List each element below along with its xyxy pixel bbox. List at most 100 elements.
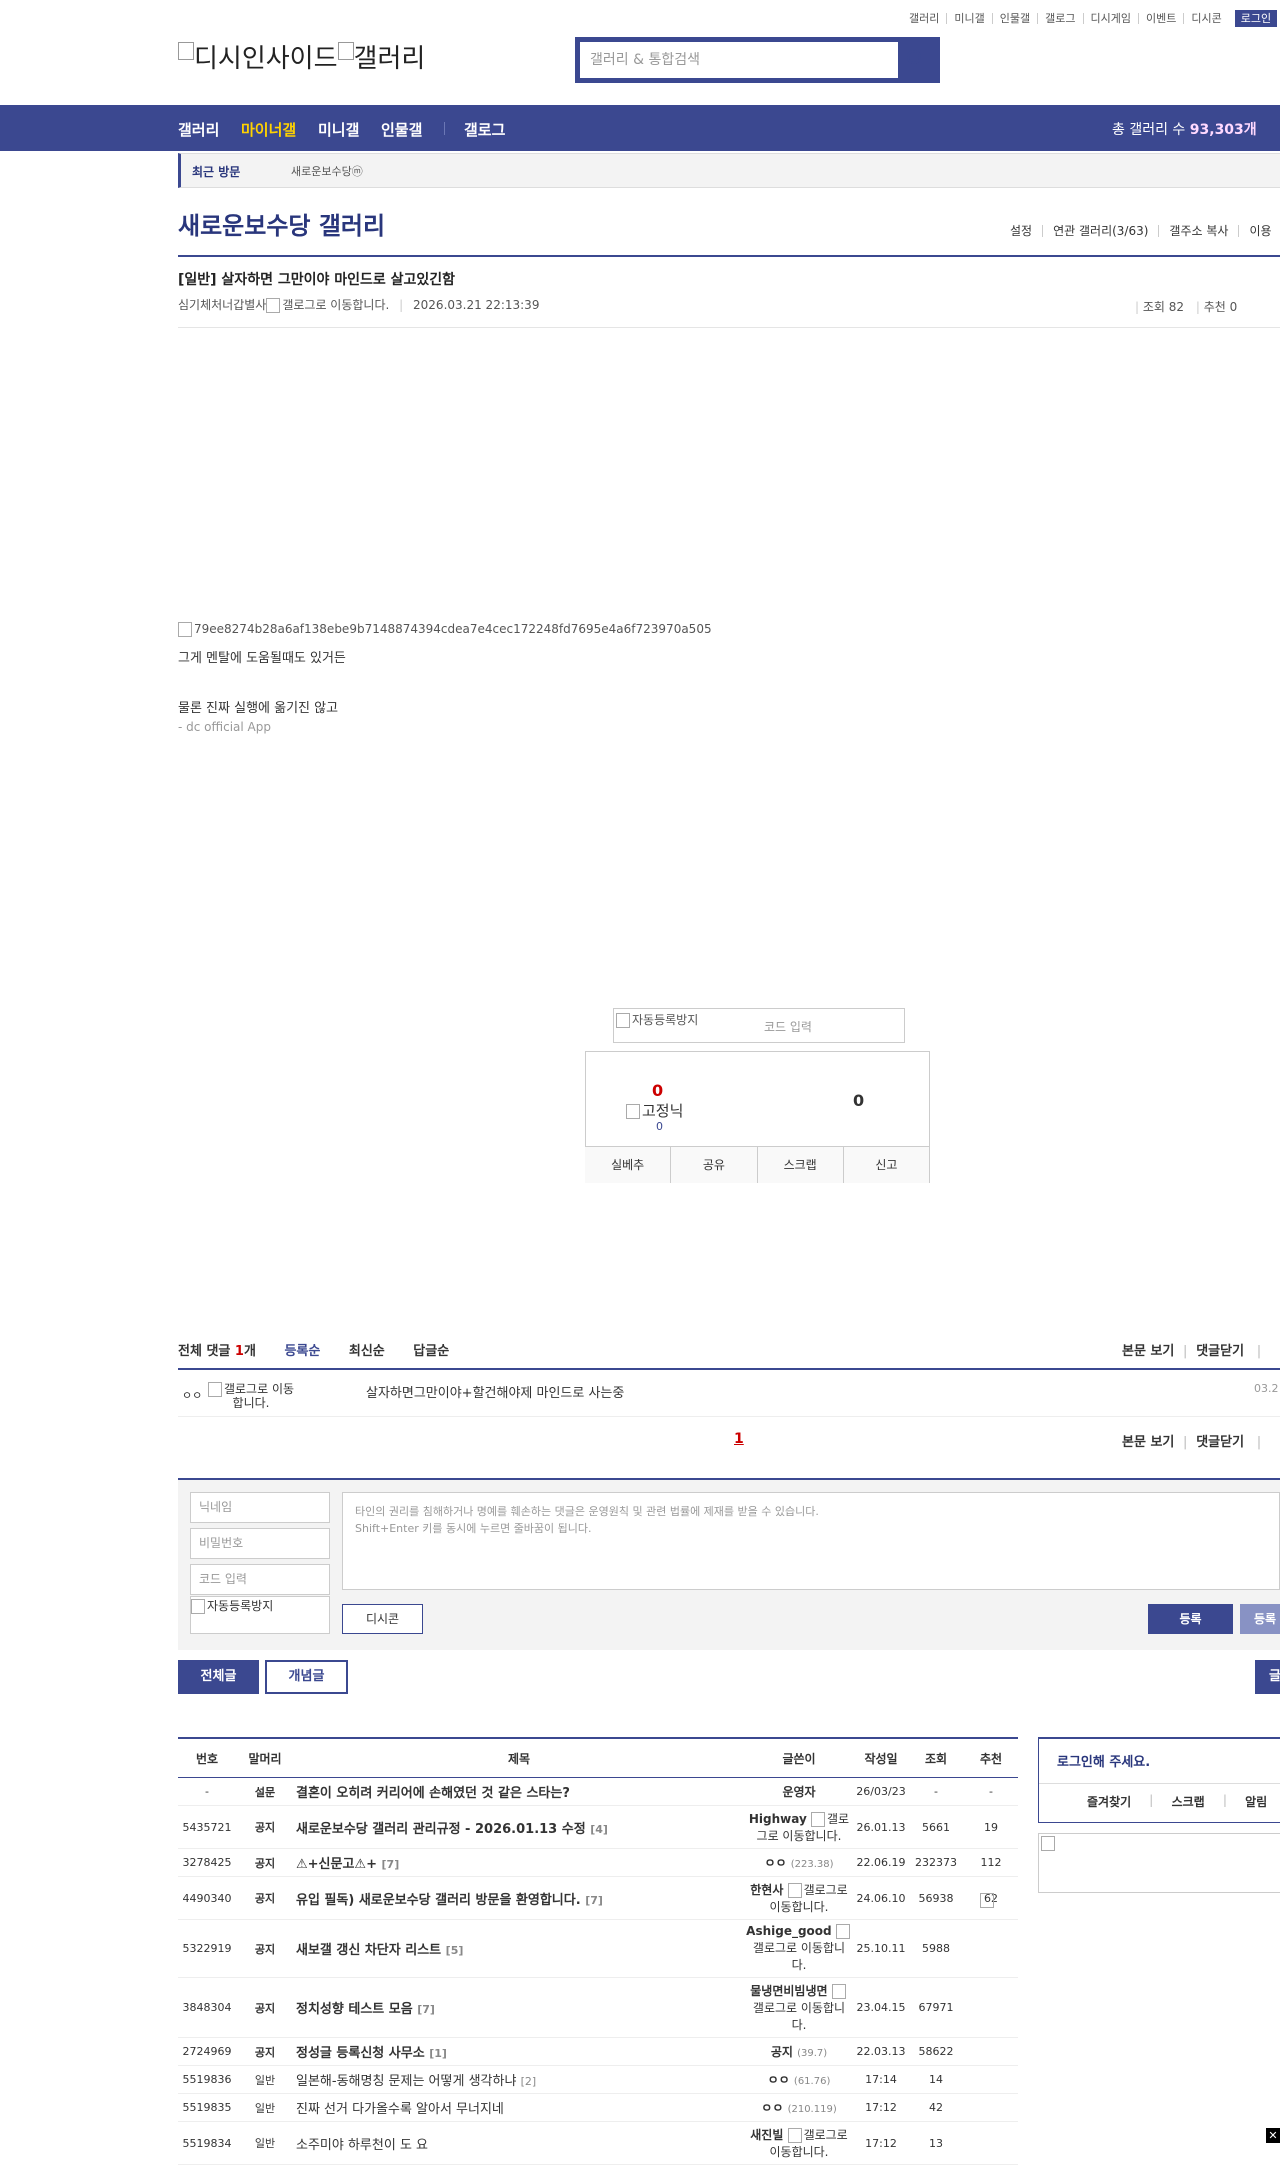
- row-title[interactable]: 결혼이 오히려 커리어에 손해였던 것 같은 스타는?: [294, 1777, 744, 1806]
- util-link-dcgame[interactable]: 디시게임: [1082, 13, 1138, 24]
- site-logo[interactable]: 디시인사이드 갤러리: [178, 38, 425, 75]
- concept-posts-tab[interactable]: 개념글: [265, 1660, 348, 1694]
- close-icon[interactable]: ✕: [1266, 2128, 1280, 2143]
- row-reply-count[interactable]: [7]: [417, 2003, 435, 2016]
- sort-replies[interactable]: 답글순: [413, 1344, 449, 1359]
- comment-page-1[interactable]: 1: [734, 1431, 744, 1447]
- write-button[interactable]: 글: [1255, 1660, 1280, 1694]
- view-post-button[interactable]: 본문 보기: [1122, 1344, 1174, 1359]
- row-reply-count[interactable]: [5]: [446, 1944, 464, 1957]
- row-writer[interactable]: 새진빌 갤로그로 이동합니다.: [744, 2121, 854, 2165]
- comment-textarea[interactable]: 타인의 권리를 침해하거나 명예를 훼손하는 댓글은 운영원칙 및 관련 법률에…: [342, 1492, 1280, 1590]
- row-writer[interactable]: Ashige_good 갤로그로 이동합니다.: [744, 1919, 854, 1978]
- captcha-input[interactable]: 코드 입력: [764, 1018, 812, 1035]
- row-reply-count[interactable]: [7]: [585, 1894, 603, 1907]
- row-writer[interactable]: ㅇㅇ (61.76): [744, 2065, 854, 2094]
- table-row[interactable]: 3278425 공지 ⚠+신문고⚠+ [7] ㅇㅇ (223.38) 22.06…: [178, 1848, 1018, 1877]
- row-title[interactable]: 정성글 등록신청 사무소 [1]: [294, 2037, 744, 2066]
- nickname-input[interactable]: 닉네임: [190, 1492, 330, 1523]
- login-prompt[interactable]: 로그인해 주세요.: [1057, 1751, 1150, 1770]
- nav-gallog[interactable]: 갤로그: [464, 119, 505, 140]
- post-author[interactable]: 심기체처너갑별사: [178, 298, 266, 312]
- row-reply-count[interactable]: [4]: [590, 1823, 608, 1836]
- table-row[interactable]: 5519836 일반 일본해-동해명칭 문제는 어떻게 생각하냐 [2] ㅇㅇ …: [178, 2065, 1018, 2094]
- search-input[interactable]: 갤러리 & 통합검색: [580, 42, 898, 78]
- table-row[interactable]: 2724969 공지 정성글 등록신청 사무소 [1] 공지 (39.7) 22…: [178, 2037, 1018, 2066]
- row-writer[interactable]: 한현사 갤로그로 이동합니다.: [744, 1876, 854, 1920]
- row-reply-count[interactable]: [2]: [521, 2075, 537, 2088]
- row-writer[interactable]: 운영자: [744, 1777, 854, 1806]
- recent-visit-bar: 최근 방문 새로운보수당ⓜ: [178, 153, 1280, 188]
- nav-person-gallery[interactable]: 인물갤: [381, 119, 422, 140]
- password-input[interactable]: 비밀번호: [190, 1528, 330, 1559]
- util-link-dccon[interactable]: 디시콘: [1183, 13, 1228, 24]
- close-comments-button-bottom[interactable]: 댓글닫기: [1196, 1435, 1244, 1450]
- row-title[interactable]: 일본해-동해명칭 문제는 어떻게 생각하냐 [2]: [294, 2065, 744, 2094]
- row-reply-count[interactable]: [7]: [382, 1858, 400, 1871]
- row-writer[interactable]: Highway 갤로그로 이동합니다.: [744, 1805, 854, 1849]
- total-gallery-label: 총 갤러리 수: [1112, 122, 1186, 138]
- gallery-settings-link[interactable]: 설정: [1000, 225, 1042, 237]
- row-recommend: [964, 2037, 1018, 2066]
- sort-latest[interactable]: 최신순: [349, 1344, 385, 1359]
- gallog-badge-icon[interactable]: [266, 298, 281, 313]
- favorites-link[interactable]: 즐겨찾기: [1039, 1789, 1149, 1815]
- scrap-link[interactable]: 스크랩: [1154, 1789, 1223, 1815]
- row-writer[interactable]: ㅇㅇ (223.38): [744, 1848, 854, 1877]
- search-icon[interactable]: [905, 48, 927, 70]
- row-title[interactable]: 새보갤 갱신 차단자 리스트 [5]: [294, 1919, 744, 1978]
- sort-registered[interactable]: 등록순: [284, 1344, 320, 1359]
- login-button[interactable]: 로그인: [1234, 10, 1278, 27]
- util-link-event[interactable]: 이벤트: [1137, 13, 1183, 24]
- table-row[interactable]: 5519834 일반 소주미야 하루천이 도 요 새진빌 갤로그로 이동합니다.…: [178, 2121, 1018, 2165]
- row-title[interactable]: 유입 필독) 새로운보수당 갤러리 방문을 환영합니다. [7]: [294, 1876, 744, 1920]
- report-button[interactable]: 신고: [843, 1147, 930, 1183]
- util-link-gallog[interactable]: 갤로그: [1037, 13, 1082, 24]
- row-reply-count[interactable]: [1]: [429, 2047, 447, 2060]
- form-captcha-image: 자동등록방지: [190, 1596, 330, 1634]
- post-meta: 심기체처너갑별사 갤로그로 이동합니다. | 2026.03.21 22:13:3…: [178, 298, 540, 313]
- row-title[interactable]: 소주미야 하루천이 도 요: [294, 2121, 744, 2165]
- table-row[interactable]: 3848304 공지 정치성향 테스트 모음 [7] 물냉면비빔냉면 갤로그로 …: [178, 1977, 1018, 2038]
- comment-submit-button[interactable]: 등록: [1148, 1604, 1233, 1634]
- comment-author-badge[interactable]: 갤로그로 이동합니다.: [206, 1382, 296, 1410]
- row-title[interactable]: ⚠+신문고⚠+ [7]: [294, 1848, 744, 1877]
- util-link-persongall[interactable]: 인물갤: [991, 13, 1037, 24]
- nav-minor-gallery[interactable]: 마이너갤: [241, 119, 296, 140]
- logo-text-dcinside: 디시인사이드: [194, 44, 338, 74]
- copy-gallery-url-link[interactable]: 갤주소 복사: [1158, 225, 1238, 237]
- best-recommend-button[interactable]: 실베추: [585, 1147, 672, 1183]
- share-button[interactable]: 공유: [671, 1147, 758, 1183]
- usage-link[interactable]: 이용: [1238, 225, 1280, 237]
- notification-link[interactable]: 알림: [1227, 1789, 1267, 1815]
- dccon-button[interactable]: 디시콘: [342, 1604, 423, 1634]
- comment-author[interactable]: ㅇㅇ: [182, 1387, 202, 1403]
- comment-submit-recommend-button[interactable]: 등록: [1240, 1604, 1280, 1634]
- row-title[interactable]: 진짜 선거 다가올수록 알아서 무너지네: [294, 2093, 744, 2122]
- sidebar-ad[interactable]: [1038, 1833, 1280, 1893]
- util-link-minigall[interactable]: 미니갤: [946, 13, 991, 24]
- gallery-title[interactable]: 새로운보수당 갤러리: [178, 206, 385, 241]
- recent-visit-item[interactable]: 새로운보수당ⓜ: [291, 163, 363, 179]
- close-comments-button[interactable]: 댓글닫기: [1196, 1344, 1244, 1359]
- row-recommend: [964, 2065, 1018, 2094]
- row-writer[interactable]: ㅇㅇ (210.119): [744, 2093, 854, 2122]
- scrap-button[interactable]: 스크랩: [757, 1147, 844, 1183]
- nav-gallery[interactable]: 갤러리: [178, 119, 219, 140]
- table-row[interactable]: 4490340 공지 유입 필독) 새로운보수당 갤러리 방문을 환영합니다. …: [178, 1876, 1018, 1920]
- table-row[interactable]: - 설문 결혼이 오히려 커리어에 손해였던 것 같은 스타는? 운영자 26/…: [178, 1777, 1018, 1806]
- code-input[interactable]: 코드 입력: [190, 1564, 330, 1595]
- related-gallery-link[interactable]: 연관 갤러리(3/63): [1042, 225, 1158, 237]
- fixed-nick-label[interactable]: 고정닉: [626, 1100, 683, 1121]
- row-writer[interactable]: 물냉면비빔냉면 갤로그로 이동합니다.: [744, 1977, 854, 2038]
- table-row[interactable]: 5519835 일반 진짜 선거 다가올수록 알아서 무너지네 ㅇㅇ (210.…: [178, 2093, 1018, 2122]
- row-title[interactable]: 새로운보수당 갤러리 관리규정 - 2026.01.13 수정 [4]: [294, 1805, 744, 1849]
- row-title[interactable]: 정치성향 테스트 모음 [7]: [294, 1977, 744, 2038]
- util-link-gallery[interactable]: 갤러리: [902, 13, 946, 24]
- table-row[interactable]: 5435721 공지 새로운보수당 갤러리 관리규정 - 2026.01.13 …: [178, 1805, 1018, 1849]
- all-posts-tab[interactable]: 전체글: [178, 1660, 259, 1694]
- row-writer[interactable]: 공지 (39.7): [744, 2037, 854, 2066]
- table-row[interactable]: 5322919 공지 새보갤 갱신 차단자 리스트 [5] Ashige_goo…: [178, 1919, 1018, 1978]
- view-post-button-bottom[interactable]: 본문 보기: [1122, 1435, 1174, 1450]
- nav-mini-gallery[interactable]: 미니갤: [318, 119, 359, 140]
